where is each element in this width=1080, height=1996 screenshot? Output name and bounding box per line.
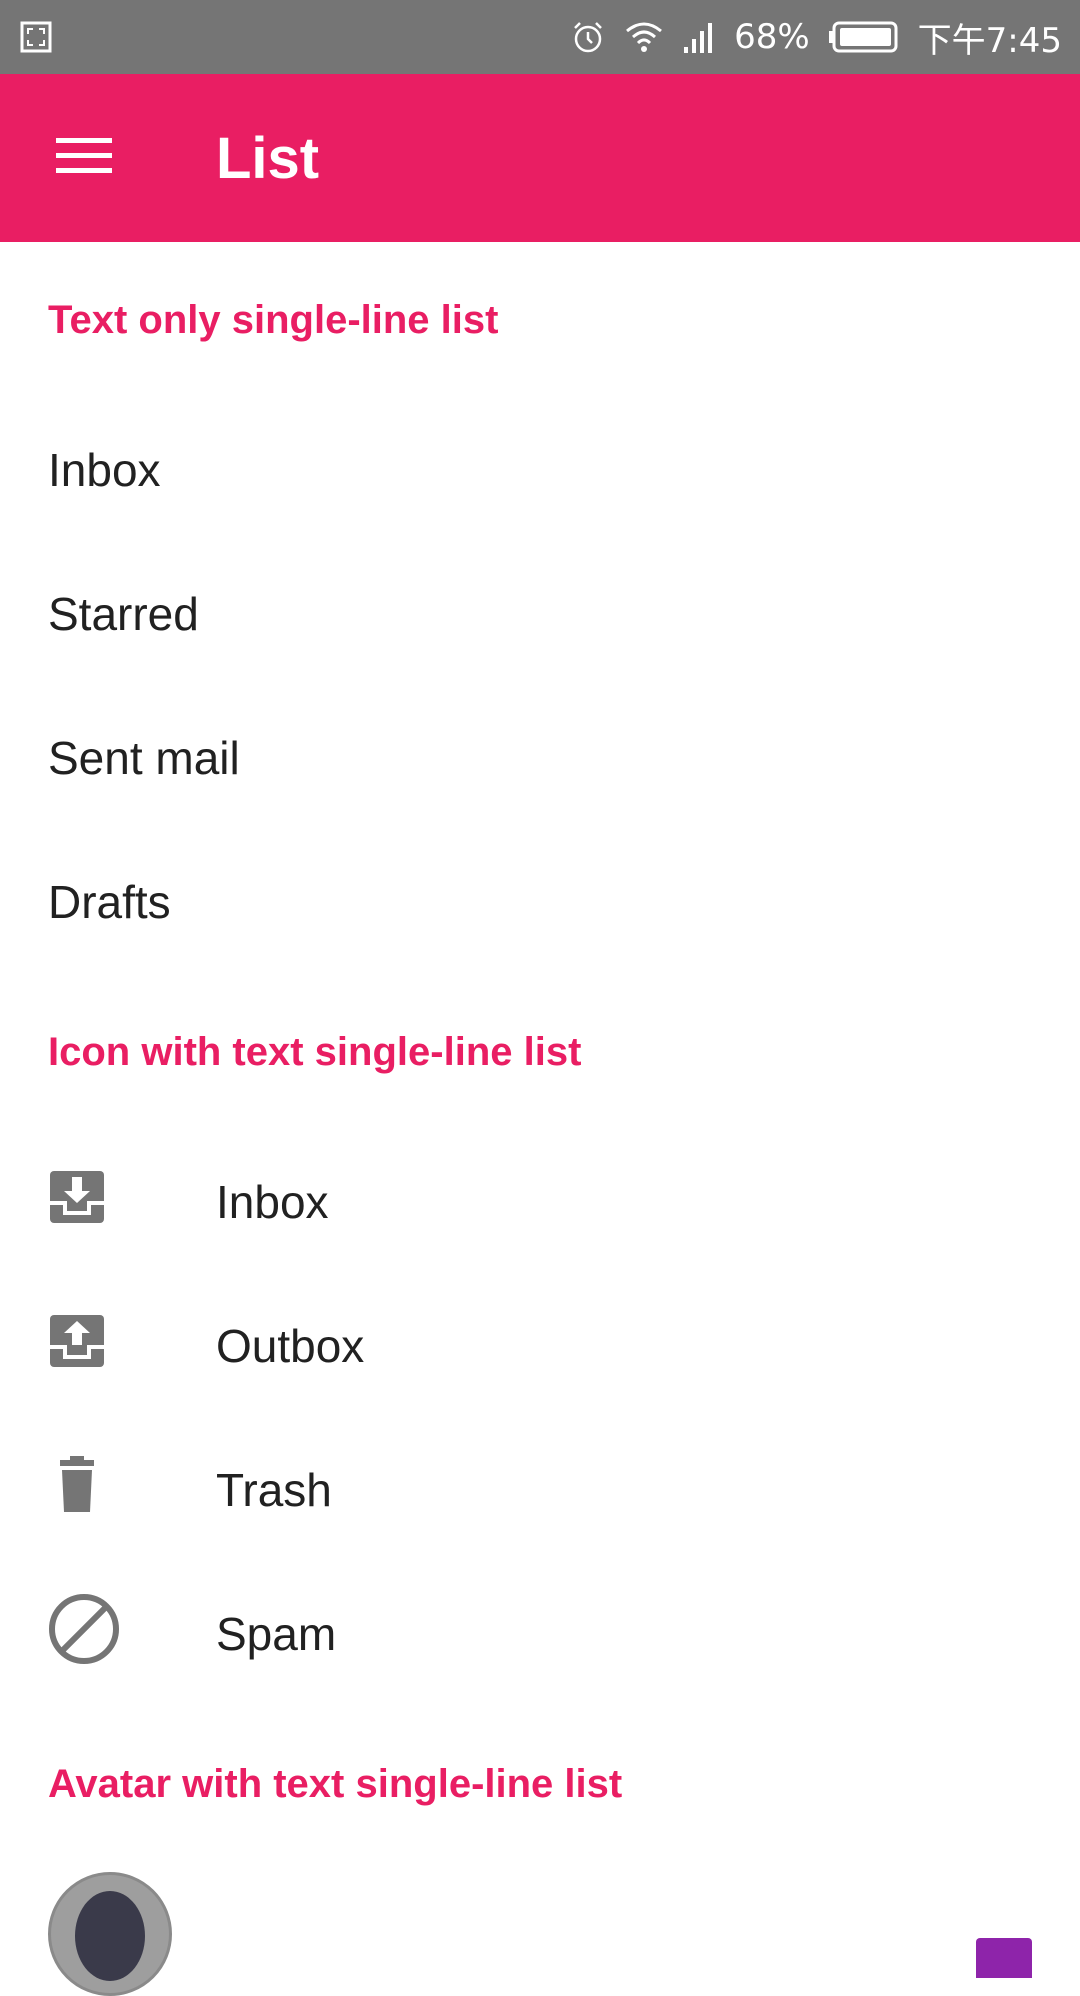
icon-list-item-trash[interactable]: Trash (0, 1418, 1080, 1562)
icon-list-item-label: Spam (216, 1608, 337, 1660)
list-content: Text only single-line list Inbox Starred… (0, 242, 1080, 1996)
inbox-icon (48, 1169, 106, 1236)
list-item-inbox[interactable]: Inbox (0, 398, 1080, 542)
clock: 下午7:45 (917, 20, 1062, 61)
section-header-text-only: Text only single-line list (48, 297, 499, 342)
icon-list-item-outbox[interactable]: Outbox (0, 1274, 1080, 1418)
hamburger-menu-icon (56, 136, 112, 181)
app-bar: List (0, 74, 1080, 242)
page-title: List (216, 125, 320, 191)
icon-list-item-label: Trash (216, 1464, 332, 1516)
section-header-avatar-with-text: Avatar with text single-line list (48, 1761, 623, 1806)
screenshot-icon (20, 21, 52, 53)
battery-icon (828, 20, 900, 54)
avatar-list-item[interactable] (0, 1862, 1080, 1996)
spam-icon (48, 1593, 120, 1676)
section-header-icon-with-text: Icon with text single-line list (48, 1029, 582, 1074)
list-item-starred[interactable]: Starred (0, 542, 1080, 686)
trash-icon (48, 1455, 106, 1525)
checkbox[interactable] (976, 1938, 1032, 1978)
icon-list-item-label: Inbox (216, 1176, 329, 1228)
wifi-icon (624, 19, 664, 55)
menu-button[interactable] (40, 118, 128, 198)
icon-list-item-label: Outbox (216, 1320, 365, 1372)
list-item-drafts[interactable]: Drafts (0, 830, 1080, 974)
status-bar: 68% 下午7:45 (0, 0, 1080, 74)
list-item-sent-mail[interactable]: Sent mail (0, 686, 1080, 830)
outbox-icon (48, 1313, 106, 1380)
signal-icon (682, 19, 716, 55)
avatar (48, 1872, 172, 1996)
alarm-icon (570, 19, 606, 55)
icon-list-item-spam[interactable]: Spam (0, 1562, 1080, 1706)
icon-list-item-inbox[interactable]: Inbox (0, 1130, 1080, 1274)
battery-percent: 68% (734, 17, 810, 57)
